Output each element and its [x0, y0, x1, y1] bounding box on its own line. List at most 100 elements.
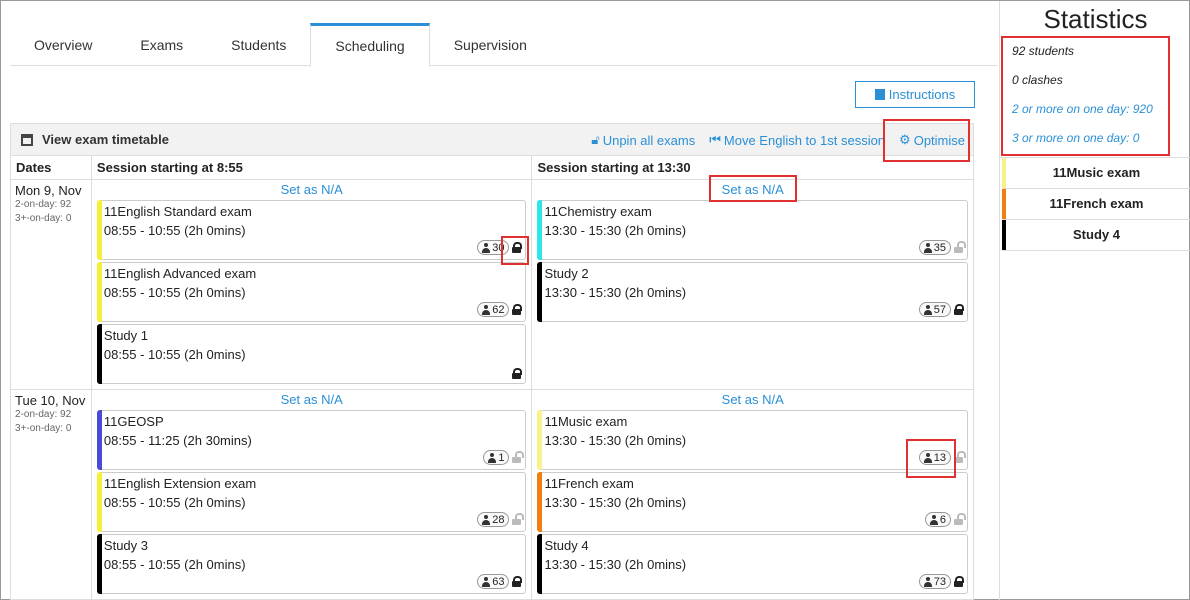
card-footer: 13: [918, 450, 966, 465]
exam-card[interactable]: Study 4 13:30 - 15:30 (2h 0mins) 73: [537, 534, 968, 594]
student-count-badge[interactable]: 73: [918, 574, 951, 589]
exam-card[interactable]: Study 2 13:30 - 15:30 (2h 0mins) 57: [537, 262, 968, 322]
exam-time: 08:55 - 10:55 (2h 0mins): [103, 223, 246, 238]
student-count: 30: [492, 241, 505, 254]
student-count-badge[interactable]: 62: [477, 302, 510, 317]
unscheduled-item[interactable]: 11French exam: [1002, 189, 1190, 220]
card-color-bar: [537, 410, 543, 470]
exam-card[interactable]: Study 3 08:55 - 10:55 (2h 0mins) 63: [96, 534, 527, 594]
person-icon: [923, 304, 932, 315]
exam-card[interactable]: 11English Advanced exam 08:55 - 10:55 (2h…: [96, 262, 527, 322]
unlock-icon[interactable]: [512, 513, 525, 525]
card-footer: 73: [918, 574, 964, 589]
unscheduled-item-label: 11French exam: [1049, 196, 1144, 211]
optimise-button[interactable]: ⚙︎ Optimise: [899, 132, 965, 148]
set-na-link[interactable]: Set as N/A: [97, 390, 527, 410]
tab-students[interactable]: Students: [207, 23, 310, 66]
unlock-icon[interactable]: [512, 451, 525, 463]
exam-card[interactable]: 11French exam 13:30 - 15:30 (2h 0mins) 6: [537, 472, 968, 532]
exam-name: 11English Standard exam: [103, 204, 252, 219]
exam-card[interactable]: 11Music exam 13:30 - 15:30 (2h 0mins) 13: [537, 410, 968, 470]
stat-three-or-more-link[interactable]: 3 or more on one day: 0: [1000, 124, 1190, 153]
set-na-link[interactable]: Set as N/A: [97, 180, 527, 200]
tab-supervision[interactable]: Supervision: [430, 23, 551, 66]
tab-exams[interactable]: Exams: [116, 23, 207, 66]
exam-card[interactable]: Study 1 08:55 - 10:55 (2h 0mins): [96, 324, 527, 384]
student-count: 73: [933, 575, 946, 588]
exam-time: 13:30 - 15:30 (2h 0mins): [544, 223, 687, 238]
move-english-label: Move English to 1st session: [723, 132, 886, 148]
person-icon: [482, 514, 491, 525]
card-color-bar: [96, 472, 102, 532]
session-column: Set as N/A 11GEOSP 08:55 - 11:25 (2h 30min…: [92, 390, 533, 599]
exam-card[interactable]: 11Chemistry exam 13:30 - 15:30 (2h 0mins)…: [537, 200, 968, 260]
student-count-badge[interactable]: 1: [483, 450, 510, 465]
student-count: 57: [933, 303, 946, 316]
student-count: 28: [492, 513, 505, 526]
person-icon: [482, 304, 491, 315]
student-count-badge[interactable]: 35: [918, 240, 951, 255]
panel-header: View exam timetable 🔓︎ Unpin all exams ⏮…: [11, 124, 973, 156]
unlock-icon[interactable]: [954, 451, 966, 463]
card-footer: 62: [477, 302, 523, 317]
exam-name: 11Chemistry exam: [544, 204, 652, 219]
set-na-link[interactable]: Set as N/A: [537, 390, 968, 410]
tab-overview[interactable]: Overview: [10, 23, 116, 66]
unlock-icon[interactable]: [954, 241, 966, 253]
student-count-badge[interactable]: 13: [918, 450, 951, 465]
stat-two-or-more-link[interactable]: 2 or more on one day: 920: [1000, 95, 1190, 124]
student-count: 6: [939, 513, 946, 526]
person-icon: [482, 576, 491, 587]
exam-time: 13:30 - 15:30 (2h 0mins): [544, 495, 687, 510]
lock-icon[interactable]: [954, 304, 964, 315]
student-count: 63: [492, 575, 505, 588]
day-rows: Mon 9, Nov 2-on-day: 92 3+-on-day: 0 Set as…: [11, 180, 973, 600]
student-count-badge[interactable]: 28: [477, 512, 510, 527]
lock-icon[interactable]: [512, 242, 523, 253]
person-icon: [488, 452, 497, 463]
lock-icon[interactable]: [512, 304, 523, 315]
exam-name: Study 3: [103, 538, 149, 553]
statistics-title: Statistics: [1043, 4, 1148, 34]
exam-name: 11English Advanced exam: [103, 266, 257, 281]
student-count-badge[interactable]: 30: [477, 240, 510, 255]
card-color-bar: [96, 410, 102, 470]
student-count: 62: [492, 303, 505, 316]
tab-bar: Overview Exams Students Scheduling Super…: [10, 23, 998, 67]
card-footer: 35: [918, 240, 966, 255]
move-english-button[interactable]: ⏮︎ Move English to 1st session: [709, 132, 885, 148]
statistics-sidebar: Statistics 92 students 0 clashes 2 or mo…: [999, 1, 1190, 600]
exam-time: 08:55 - 11:25 (2h 30mins): [103, 433, 252, 448]
session2-column-header: Session starting at 13:30: [537, 160, 691, 175]
set-na-link[interactable]: Set as N/A: [537, 180, 968, 200]
person-icon: [923, 242, 932, 253]
student-count-badge[interactable]: 57: [918, 302, 951, 317]
instructions-button[interactable]: Instructions: [855, 81, 975, 108]
exam-card[interactable]: 11GEOSP 08:55 - 11:25 (2h 30mins) 1: [96, 410, 527, 470]
student-count-badge[interactable]: 63: [477, 574, 510, 589]
card-color-bar: [537, 262, 543, 322]
instructions-label: Instructions: [888, 87, 956, 102]
session-column: Set as N/A 11English Standard exam 08:55 -…: [92, 180, 533, 389]
unscheduled-item[interactable]: Study 4: [1002, 220, 1190, 251]
unlock-icon[interactable]: [954, 513, 966, 525]
grid-header: Dates Session starting at 8:55 Session s…: [11, 156, 973, 180]
lock-icon[interactable]: [954, 576, 964, 587]
item-color-bar: [1002, 189, 1006, 219]
unpin-all-button[interactable]: 🔓︎ Unpin all exams: [591, 132, 695, 148]
unscheduled-item-label: Study 4: [1073, 227, 1120, 242]
tab-scheduling[interactable]: Scheduling: [310, 23, 430, 67]
unscheduled-item[interactable]: 11Music exam: [1002, 158, 1190, 189]
exam-card[interactable]: 11English Standard exam 08:55 - 10:55 (2h…: [96, 200, 527, 260]
day-stat: 2-on-day: 92: [15, 199, 72, 210]
exam-card[interactable]: 11English Extension exam 08:55 - 10:55 (2…: [96, 472, 527, 532]
exam-name: Study 2: [544, 266, 589, 281]
item-color-bar: [1002, 220, 1006, 250]
student-count-badge[interactable]: 6: [924, 512, 951, 527]
timetable-panel: View exam timetable 🔓︎ Unpin all exams ⏮…: [10, 123, 974, 600]
exam-name: Study 1: [103, 328, 149, 343]
exam-time: 13:30 - 15:30 (2h 0mins): [544, 433, 687, 448]
lock-icon[interactable]: [512, 368, 523, 379]
card-color-bar: [537, 200, 543, 260]
lock-icon[interactable]: [512, 576, 523, 587]
